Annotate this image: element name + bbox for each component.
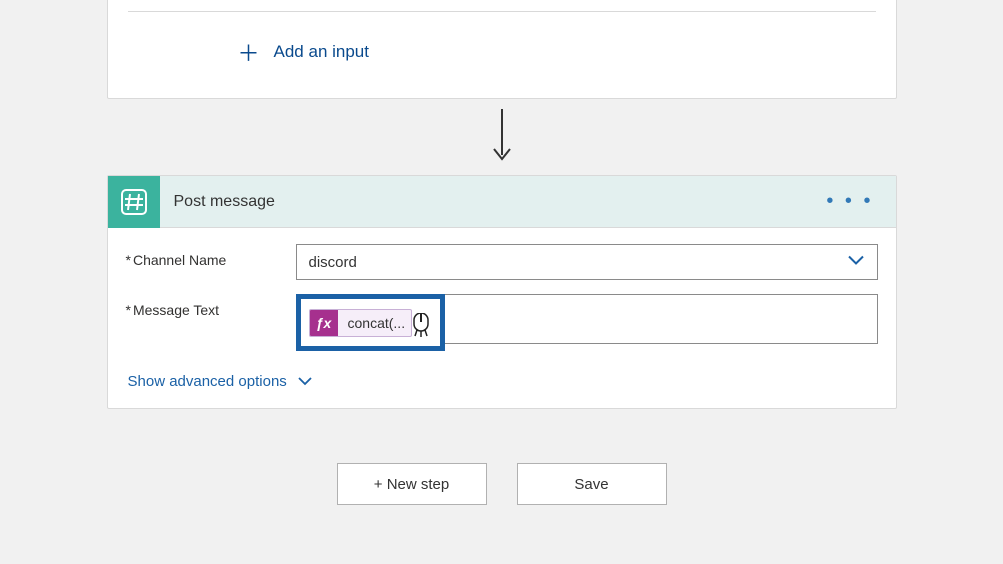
add-input-label: Add an input [274,42,369,62]
flow-arrow [0,109,1003,165]
plus-icon: ＋ [238,36,260,68]
action-header[interactable]: Post message • • • [108,176,896,228]
channel-select[interactable]: discord [296,244,878,280]
new-step-label: + New step [374,476,449,493]
save-label: Save [574,476,608,493]
action-title: Post message [160,193,823,211]
new-step-button[interactable]: + New step [337,463,487,505]
chevron-down-icon [297,373,313,390]
arrow-down-icon [490,109,514,165]
expression-highlight: ƒx concat(... [296,294,446,351]
add-input-button[interactable]: ＋ Add an input [108,12,896,98]
action-more-button[interactable]: • • • [822,190,877,213]
cursor-pointer-icon [410,313,432,344]
save-button[interactable]: Save [517,463,667,505]
channel-label-text: Channel Name [133,252,226,268]
ellipsis-icon: • • • [826,190,873,212]
message-label: *Message Text [126,294,296,318]
hash-icon [121,189,147,215]
channel-field-row: *Channel Name discord [126,244,878,280]
message-input[interactable] [444,294,877,344]
chevron-down-icon [847,254,865,271]
show-advanced-options[interactable]: Show advanced options [126,365,878,390]
bottom-buttons: + New step Save [0,463,1003,505]
trigger-card: AA Input 1 Please enter your email ⋯ ＋ A… [107,0,897,99]
action-body: *Channel Name discord *Message Text ƒx [108,228,896,408]
message-label-text: Message Text [133,302,219,318]
action-card: Post message • • • *Channel Name discord… [107,175,897,409]
required-asterisk: * [126,252,131,268]
advanced-options-label: Show advanced options [128,373,287,390]
required-asterisk: * [126,302,131,318]
expression-token[interactable]: ƒx concat(... [309,309,413,337]
channel-value: discord [309,254,357,271]
fx-icon: ƒx [310,309,338,337]
expression-text: concat(... [338,315,412,331]
connector-icon [108,176,160,228]
message-field-row: *Message Text ƒx concat(... [126,294,878,351]
channel-label: *Channel Name [126,244,296,268]
